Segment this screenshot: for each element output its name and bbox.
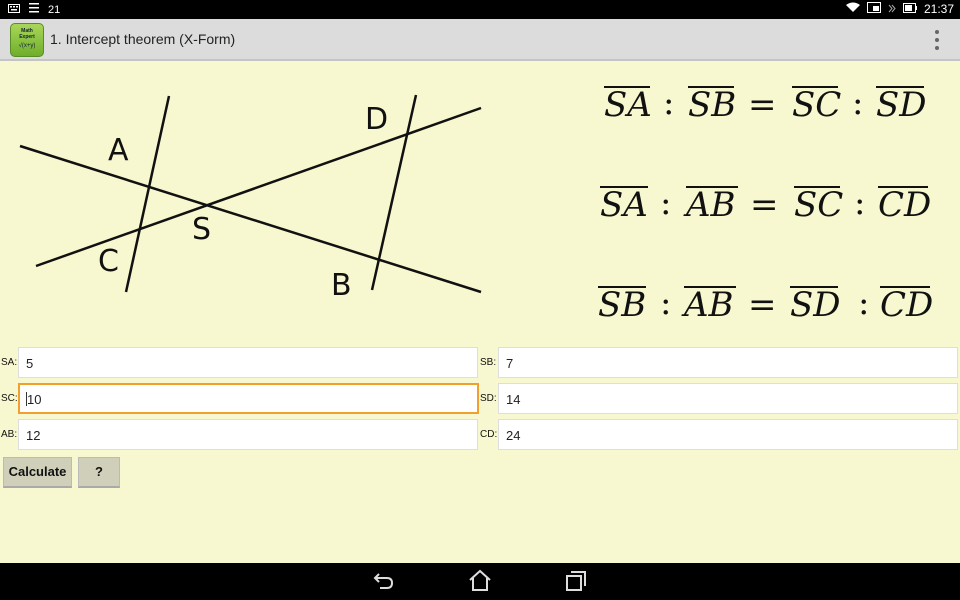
cast-icon bbox=[866, 2, 881, 16]
svg-text:=: = bbox=[750, 185, 779, 225]
svg-text::: : bbox=[852, 83, 863, 123]
keyboard-icon bbox=[8, 3, 20, 16]
sc-label: SC: bbox=[1, 393, 18, 404]
svg-text:SA: SA bbox=[604, 85, 652, 125]
back-icon[interactable] bbox=[372, 569, 396, 593]
action-bar: Math Expert √(x+y) 1. Intercept theorem … bbox=[0, 19, 960, 61]
chevrons-icon bbox=[888, 2, 896, 16]
home-icon[interactable] bbox=[468, 569, 492, 593]
sb-label: SB: bbox=[480, 357, 497, 368]
ab-label: AB: bbox=[1, 429, 18, 440]
clock: 21:37 bbox=[923, 2, 954, 16]
app-logo[interactable]: Math Expert √(x+y) bbox=[10, 23, 44, 57]
status-bar: 21 21:37 bbox=[0, 0, 960, 19]
label-a: A bbox=[108, 133, 129, 168]
svg-text:CD: CD bbox=[880, 285, 933, 325]
svg-text:SD: SD bbox=[876, 85, 927, 125]
cd-label: CD: bbox=[480, 429, 498, 440]
help-button[interactable]: ? bbox=[78, 457, 120, 488]
svg-text:SB: SB bbox=[598, 285, 646, 325]
sc-input[interactable]: 10 bbox=[18, 383, 479, 414]
svg-text:=: = bbox=[748, 85, 777, 125]
sd-input[interactable]: 14 bbox=[498, 383, 958, 414]
sb-input[interactable]: 7 bbox=[498, 347, 958, 378]
svg-text:SA: SA bbox=[600, 185, 648, 225]
line-cd bbox=[35, 106, 482, 268]
svg-text:SC: SC bbox=[792, 85, 841, 125]
notification-count: 21 bbox=[48, 3, 61, 16]
line-ab bbox=[19, 144, 482, 294]
sd-label: SD: bbox=[480, 393, 497, 404]
wifi-icon bbox=[845, 2, 860, 16]
intercept-diagram: A D S C B bbox=[19, 94, 482, 303]
svg-text:CD: CD bbox=[878, 185, 931, 225]
proportion-formulas: SA : SB = SC : SD SA : AB = SC : CD SB:… bbox=[598, 83, 933, 325]
svg-text::: : bbox=[663, 83, 674, 123]
cd-input[interactable]: 24 bbox=[498, 419, 958, 450]
svg-text::: : bbox=[854, 183, 865, 223]
svg-text:SC: SC bbox=[794, 185, 843, 225]
download-icon bbox=[28, 3, 40, 16]
label-b: B bbox=[331, 268, 352, 303]
sa-label: SA: bbox=[1, 357, 18, 368]
svg-text:SD: SD bbox=[790, 285, 841, 325]
svg-text:SB: SB bbox=[688, 85, 736, 125]
svg-text::: : bbox=[858, 283, 869, 323]
svg-text:=: = bbox=[748, 285, 777, 325]
overflow-menu-icon[interactable] bbox=[932, 28, 942, 52]
svg-text::: : bbox=[660, 183, 671, 223]
formula-row-2: SA : AB = SC : CD bbox=[600, 183, 931, 225]
label-c: C bbox=[98, 244, 119, 279]
svg-text:AB: AB bbox=[681, 285, 734, 325]
svg-text:AB: AB bbox=[683, 185, 736, 225]
line-ac bbox=[124, 95, 171, 293]
svg-text::: : bbox=[660, 283, 671, 323]
page-title: 1. Intercept theorem (X-Form) bbox=[50, 31, 236, 47]
formula-row-1: SA : SB = SC : SD bbox=[604, 83, 927, 125]
battery-icon bbox=[902, 2, 917, 16]
recent-apps-icon[interactable] bbox=[564, 569, 588, 593]
sa-input[interactable]: 5 bbox=[18, 347, 478, 378]
ab-input[interactable]: 12 bbox=[18, 419, 478, 450]
formula-row-3: SB : AB = SD : CD bbox=[598, 283, 933, 325]
label-s: S bbox=[192, 212, 211, 247]
navigation-bar bbox=[0, 563, 960, 600]
calculate-button[interactable]: Calculate bbox=[3, 457, 72, 488]
label-d: D bbox=[365, 102, 388, 137]
